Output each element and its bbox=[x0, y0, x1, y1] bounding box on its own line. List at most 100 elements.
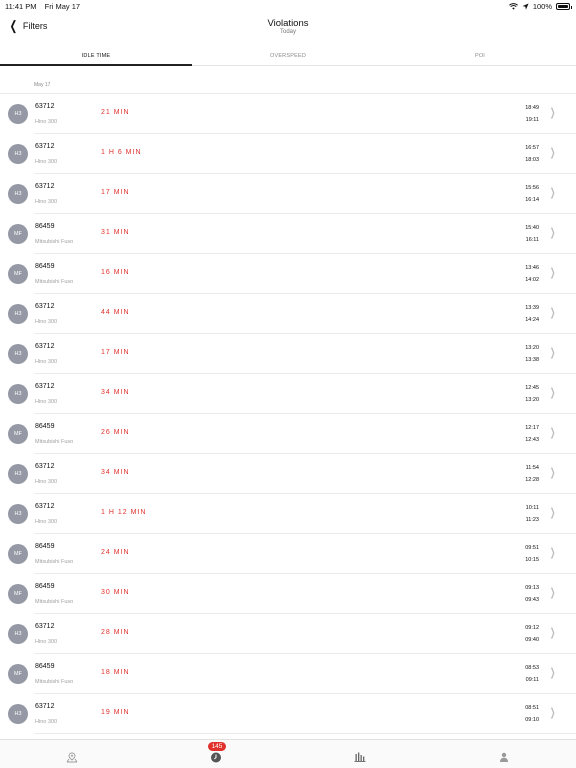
violation-row[interactable]: H3 63712 Hino 300 34 MIN 12:45 13:20 ❯ bbox=[0, 374, 576, 414]
violation-row[interactable]: MF 86459 Mitsubishi Fuso 24 MIN 09:51 10:15 ❯ bbox=[0, 534, 576, 574]
violation-row[interactable]: H3 63712 Hino 300 21 MIN 18:49 19:11 ❯ bbox=[0, 94, 576, 134]
tab-profile[interactable] bbox=[432, 740, 576, 768]
tab-overspeed[interactable]: OVERSPEED bbox=[192, 48, 384, 65]
idle-duration: 34 MIN bbox=[101, 389, 130, 396]
violation-row[interactable]: MF 86459 Mitsubishi Fuso 26 MIN 12:17 12:43 ❯ bbox=[0, 414, 576, 454]
vehicle-id: 86459 bbox=[35, 263, 55, 270]
chevron-right-icon: ❯ bbox=[549, 587, 556, 599]
idle-duration: 34 MIN bbox=[101, 469, 130, 476]
idle-duration: 31 MIN bbox=[101, 229, 130, 236]
vehicle-avatar: MF bbox=[8, 264, 28, 284]
chevron-right-icon: ❯ bbox=[549, 147, 556, 159]
violation-row[interactable]: H3 63712 Hino 300 34 MIN 11:54 12:28 ❯ bbox=[0, 454, 576, 494]
chevron-right-icon: ❯ bbox=[549, 547, 556, 559]
idle-duration: 17 MIN bbox=[101, 349, 130, 356]
user-icon bbox=[500, 752, 508, 762]
vehicle-avatar: MF bbox=[8, 664, 28, 684]
tab-violations[interactable]: 145 bbox=[144, 740, 288, 768]
start-time: 11:54 bbox=[525, 465, 539, 471]
status-date: Fri May 17 bbox=[44, 2, 81, 11]
end-time: 09:40 bbox=[525, 637, 539, 643]
end-time: 16:14 bbox=[525, 197, 539, 203]
tab-reports[interactable] bbox=[288, 740, 432, 768]
chevron-right-icon: ❯ bbox=[549, 707, 556, 719]
vehicle-id: 63712 bbox=[35, 303, 55, 310]
vehicle-id: 86459 bbox=[35, 663, 55, 670]
violation-row[interactable]: H3 63712 Hino 300 17 MIN 13:20 13:38 ❯ bbox=[0, 334, 576, 374]
violations-count-badge: 145 bbox=[208, 742, 226, 751]
violation-row[interactable]: H3 63712 Hino 300 44 MIN 13:39 14:24 ❯ bbox=[0, 294, 576, 334]
end-time: 09:11 bbox=[525, 677, 539, 683]
end-time: 19:11 bbox=[525, 117, 539, 123]
vehicle-id: 63712 bbox=[35, 383, 55, 390]
violation-row[interactable]: MF 86459 Mitsubishi Fuso 16 MIN 13:46 14:02 ❯ bbox=[0, 254, 576, 294]
vehicle-avatar: H3 bbox=[8, 304, 28, 324]
vehicle-id: 86459 bbox=[35, 423, 55, 430]
chevron-right-icon: ❯ bbox=[549, 467, 556, 479]
idle-duration: 28 MIN bbox=[101, 629, 130, 636]
start-time: 13:46 bbox=[525, 265, 539, 271]
start-time: 08:53 bbox=[525, 665, 539, 671]
idle-duration: 1 H 12 MIN bbox=[101, 509, 147, 516]
vehicle-id: 86459 bbox=[35, 543, 55, 550]
violation-row[interactable]: H3 63712 Hino 300 17 MIN 15:56 16:14 ❯ bbox=[0, 174, 576, 214]
tab-idle-time[interactable]: IDLE TIME bbox=[0, 48, 192, 66]
end-time: 12:28 bbox=[525, 477, 539, 483]
vehicle-avatar: H3 bbox=[8, 184, 28, 204]
violation-type-tabs: IDLE TIME OVERSPEED POI bbox=[0, 48, 576, 66]
chevron-right-icon: ❯ bbox=[549, 347, 556, 359]
vehicle-id: 63712 bbox=[35, 183, 55, 190]
violation-row[interactable]: MF 86459 Mitsubishi Fuso 18 MIN 08:53 09:11 ❯ bbox=[0, 654, 576, 694]
tab-map[interactable] bbox=[0, 740, 144, 768]
vehicle-model: Hino 300 bbox=[35, 359, 58, 365]
battery-icon bbox=[556, 3, 572, 10]
violation-row[interactable]: H3 63712 Hino 300 28 MIN 09:12 09:40 ❯ bbox=[0, 614, 576, 654]
bottom-tab-bar: 145 bbox=[0, 739, 576, 768]
end-time: 11:23 bbox=[525, 517, 539, 523]
vehicle-model: Hino 300 bbox=[35, 199, 58, 205]
map-pin-icon bbox=[66, 752, 78, 763]
vehicle-avatar: H3 bbox=[8, 504, 28, 524]
vehicle-model: Hino 300 bbox=[35, 479, 58, 485]
violation-row[interactable]: MF 86459 Mitsubishi Fuso 30 MIN 09:13 09:43 ❯ bbox=[0, 574, 576, 614]
idle-duration: 21 MIN bbox=[101, 109, 130, 116]
vehicle-avatar: MF bbox=[8, 544, 28, 564]
end-time: 13:20 bbox=[525, 397, 539, 403]
idle-duration: 1 H 6 MIN bbox=[101, 149, 142, 156]
vehicle-avatar: H3 bbox=[8, 624, 28, 644]
vehicle-id: 86459 bbox=[35, 223, 55, 230]
navigation-bar: ❮ Filters Violations Today bbox=[0, 12, 576, 44]
start-time: 09:13 bbox=[525, 585, 539, 591]
vehicle-model: Hino 300 bbox=[35, 119, 58, 125]
chevron-right-icon: ❯ bbox=[549, 627, 556, 639]
end-time: 16:11 bbox=[525, 237, 539, 243]
tab-poi[interactable]: POI bbox=[384, 48, 576, 65]
vehicle-avatar: H3 bbox=[8, 344, 28, 364]
vehicle-id: 86459 bbox=[35, 583, 55, 590]
violation-row[interactable]: H3 63712 Hino 300 19 MIN 08:51 09:10 ❯ bbox=[0, 694, 576, 734]
start-time: 13:39 bbox=[525, 305, 539, 311]
status-time: 11:41 PM bbox=[5, 2, 37, 11]
vehicle-model: Hino 300 bbox=[35, 319, 58, 325]
violation-row[interactable]: H3 63712 Hino 300 1 H 12 MIN 10:11 11:23 ❯ bbox=[0, 494, 576, 534]
vehicle-id: 63712 bbox=[35, 703, 55, 710]
rows-container: H3 63712 Hino 300 21 MIN 18:49 19:11 ❯ H3 63712 H… bbox=[0, 94, 576, 734]
battery-percent: 100% bbox=[532, 2, 552, 11]
end-time: 13:38 bbox=[525, 357, 539, 363]
vehicle-avatar: H3 bbox=[8, 464, 28, 484]
start-time: 18:49 bbox=[525, 105, 539, 111]
start-time: 15:56 bbox=[525, 185, 539, 191]
status-bar: 11:41 PM Fri May 17 100% bbox=[0, 0, 576, 12]
end-time: 09:43 bbox=[525, 597, 539, 603]
violations-list[interactable]: May 17 H3 63712 Hino 300 21 MIN 18:49 19:11 ❯ H… bbox=[0, 66, 576, 739]
violation-row[interactable]: H3 63712 Hino 300 1 H 6 MIN 16:57 18:03 ❯ bbox=[0, 134, 576, 174]
location-arrow-icon bbox=[522, 3, 529, 10]
vehicle-id: 63712 bbox=[35, 343, 55, 350]
end-time: 18:03 bbox=[525, 157, 539, 163]
vehicle-avatar: H3 bbox=[8, 704, 28, 724]
vehicle-id: 63712 bbox=[35, 623, 55, 630]
vehicle-model: Mitsubishi Fuso bbox=[35, 239, 74, 245]
bar-chart-icon bbox=[354, 752, 366, 762]
start-time: 15:40 bbox=[525, 225, 539, 231]
violation-row[interactable]: MF 86459 Mitsubishi Fuso 31 MIN 15:40 16:11 ❯ bbox=[0, 214, 576, 254]
